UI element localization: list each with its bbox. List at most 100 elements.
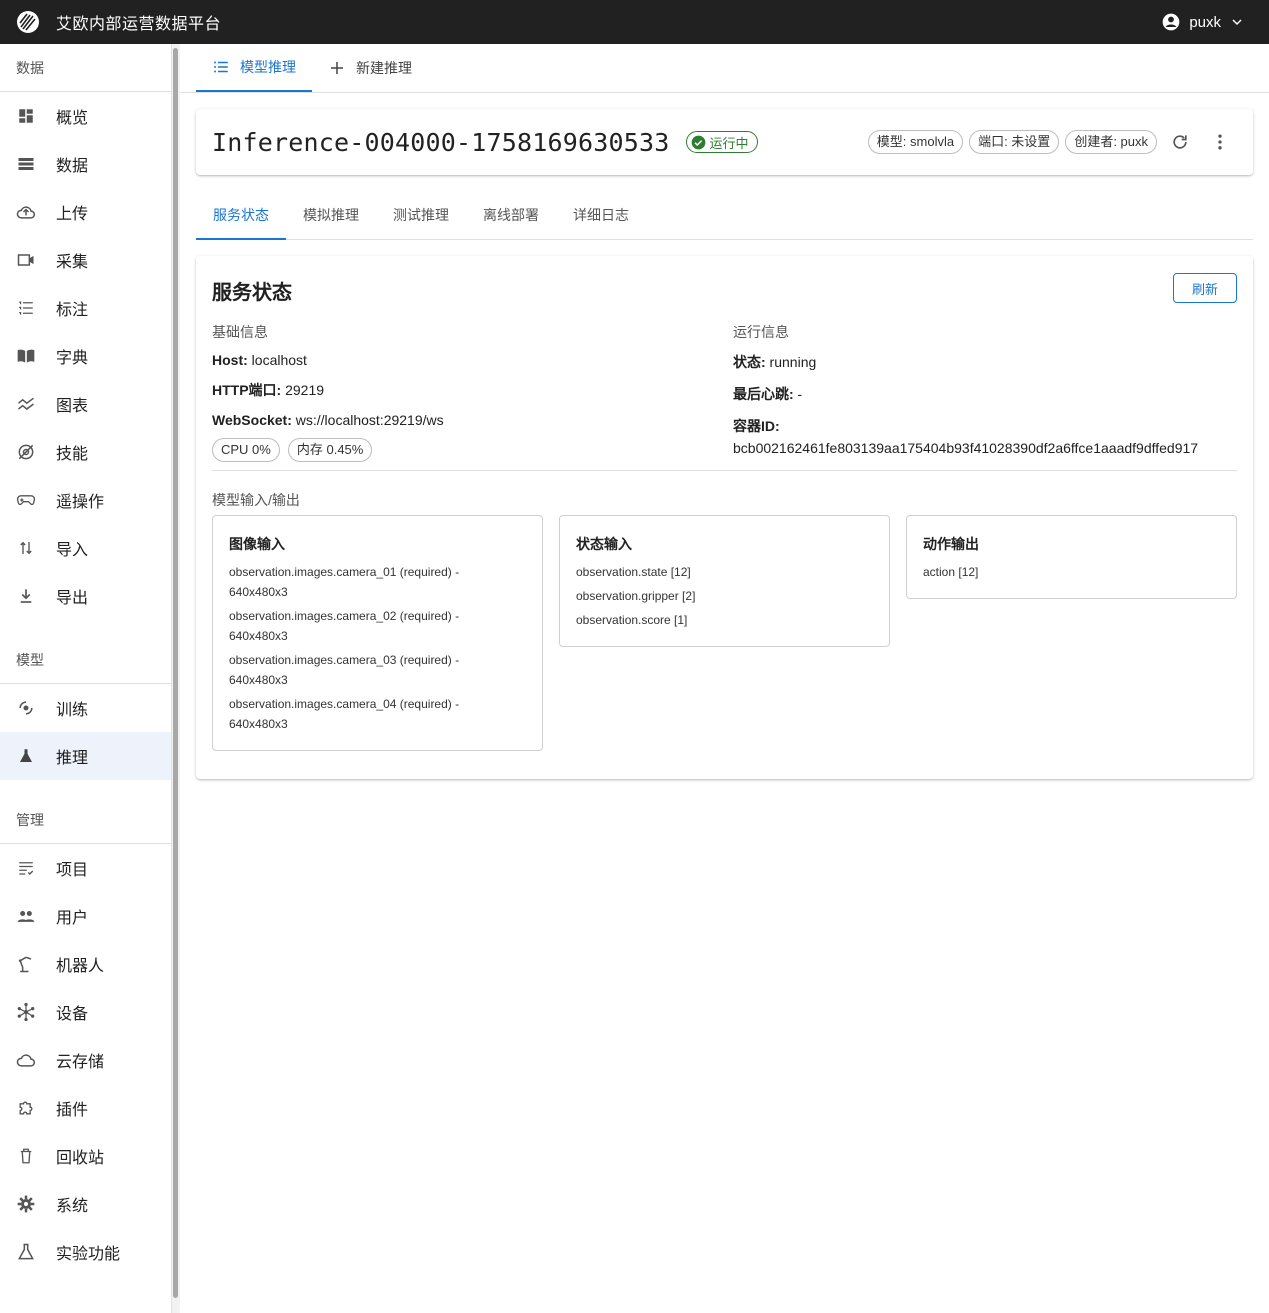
list-numbered-icon (16, 298, 36, 318)
http-port-key: HTTP端口: (212, 382, 282, 398)
top-bar: 艾欧内部运营数据平台 puxk (0, 0, 1269, 44)
heartbeat-row: 最后心跳: - (733, 384, 1243, 404)
status-badge: 运行中 (685, 131, 758, 153)
app-title: 艾欧内部运营数据平台 (56, 16, 222, 33)
host-row: Host: localhost (212, 352, 444, 368)
sidebar-item-label: 导入 (56, 542, 89, 559)
service-status-card: 服务状态 刷新 基础信息 Host: localhost HTTP端口: 292… (196, 256, 1253, 779)
image-input-line: observation.images.camera_04 (required) … (229, 694, 526, 734)
sidebar-item-data[interactable]: 数据 (0, 140, 171, 188)
tab-label: 新建推理 (356, 60, 412, 76)
image-input-name: observation.images.camera_03 (required) … (229, 653, 460, 667)
sidebar-item-export[interactable]: 导出 (0, 572, 171, 620)
experiment-icon (16, 1242, 36, 1262)
refresh-icon (1173, 135, 1187, 149)
state-input-line: observation.state [12] (576, 565, 691, 579)
sidebar-item-charts[interactable]: 图表 (0, 380, 171, 428)
train-icon (16, 698, 36, 718)
sidebar-item-robots[interactable]: 机器人 (0, 940, 171, 988)
refresh-icon-button[interactable] (1163, 125, 1197, 159)
sidebar-item-plugins[interactable]: 插件 (0, 1084, 171, 1132)
state-input-line: observation.score [1] (576, 613, 688, 627)
sidebar-item-dictionary[interactable]: 字典 (0, 332, 171, 380)
sidebar-item-capture[interactable]: 采集 (0, 236, 171, 284)
sidebar-item-annotate[interactable]: 标注 (0, 284, 171, 332)
sidebar-item-system[interactable]: 系统 (0, 1180, 171, 1228)
gear-icon (16, 1194, 36, 1214)
tab-simulate-inference[interactable]: 模拟推理 (286, 194, 376, 240)
cloud-upload-icon (16, 202, 36, 222)
inference-header-card: Inference-004000-1758169630533 运行中 模型: s… (196, 109, 1253, 175)
http-port-row: HTTP端口: 29219 (212, 380, 444, 400)
puzzle-icon (16, 1098, 36, 1118)
plus-icon (331, 62, 343, 74)
image-input-name: observation.images.camera_02 (required) … (229, 609, 460, 623)
scrollbar-thumb[interactable] (173, 48, 178, 1298)
sidebar-item-label: 设备 (56, 1006, 89, 1023)
sidebar-item-label: 机器人 (56, 958, 105, 975)
http-port-value: 29219 (281, 382, 325, 398)
storage-icon (16, 154, 36, 174)
sidebar-item-teleop[interactable]: 遥操作 (0, 476, 171, 524)
list-icon (214, 61, 228, 73)
sidebar-item-overview[interactable]: 概览 (0, 92, 171, 140)
sidebar-item-import[interactable]: 导入 (0, 524, 171, 572)
sidebar-item-label: 回收站 (56, 1150, 105, 1167)
gamepad-icon (16, 490, 36, 510)
sidebar-scrollbar[interactable] (172, 44, 180, 1313)
more-vertical-icon (1218, 134, 1222, 150)
action-output-box: 动作输出 action [12] (906, 515, 1237, 599)
sidebar-item-label: 用户 (56, 910, 89, 927)
tab-offline-deploy[interactable]: 离线部署 (466, 194, 556, 240)
tab-test-inference[interactable]: 测试推理 (376, 194, 466, 240)
image-input-line: observation.images.camera_03 (required) … (229, 650, 526, 690)
sidebar-item-users[interactable]: 用户 (0, 892, 171, 940)
sidebar-item-label: 上传 (56, 206, 89, 223)
user-menu[interactable]: puxk (1161, 0, 1245, 44)
sidebar-item-label: 遥操作 (56, 494, 105, 511)
checklist-icon (16, 858, 36, 878)
sidebar-item-skills[interactable]: 技能 (0, 428, 171, 476)
tab-detailed-logs[interactable]: 详细日志 (556, 194, 646, 240)
sidebar-section-title: 数据 (0, 44, 171, 92)
sidebar-item-inference[interactable]: 推理 (0, 732, 171, 780)
logo-icon[interactable] (16, 10, 40, 34)
image-input-name: observation.images.camera_04 (required) … (229, 697, 460, 711)
container-id-key: 容器ID: (733, 418, 780, 434)
container-id-value: bcb002162461fe803139aa175404b93f41028390… (733, 440, 1199, 456)
sidebar-item-projects[interactable]: 项目 (0, 844, 171, 892)
sidebar-item-label: 项目 (56, 862, 89, 879)
status-text: 运行中 (709, 135, 749, 151)
tab-label: 模型推理 (240, 59, 296, 75)
sidebar-item-experimental[interactable]: 实验功能 (0, 1228, 171, 1276)
tab-model-inference[interactable]: 模型推理 (196, 44, 312, 92)
state-value: running (765, 354, 817, 370)
sidebar-item-label: 插件 (56, 1102, 89, 1119)
download-icon (16, 586, 36, 606)
meta-chips: 模型: smolvla 端口: 未设置 创建者: puxk (867, 109, 1237, 175)
tab-service-status[interactable]: 服务状态 (196, 194, 286, 240)
image-input-line: observation.images.camera_01 (required) … (229, 562, 526, 602)
websocket-value: ws://localhost:29219/ws (291, 412, 444, 428)
sidebar-item-devices[interactable]: 设备 (0, 988, 171, 1036)
creator-chip: 创建者: puxk (1065, 130, 1157, 154)
sidebar-item-train[interactable]: 训练 (0, 684, 171, 732)
detail-tabs: 服务状态 模拟推理 测试推理 离线部署 详细日志 (196, 194, 1253, 240)
user-name: puxk (1189, 13, 1221, 31)
sidebar-item-label: 图表 (56, 398, 89, 415)
sidebar-item-upload[interactable]: 上传 (0, 188, 171, 236)
sidebar-item-trash[interactable]: 回收站 (0, 1132, 171, 1180)
tab-new-inference[interactable]: 新建推理 (312, 44, 428, 92)
sidebar-item-cloud-storage[interactable]: 云存储 (0, 1036, 171, 1084)
refresh-button[interactable]: 刷新 (1173, 273, 1237, 303)
more-menu-button[interactable] (1203, 125, 1237, 159)
container-id-row: 容器ID: bcb002162461fe803139aa175404b93f41… (733, 416, 1243, 456)
runtime-info-label: 运行信息 (733, 324, 789, 340)
swap-vertical-icon (16, 538, 36, 558)
basic-info: 基础信息 Host: localhost HTTP端口: 29219 WebSo… (212, 322, 444, 462)
host-key: Host: (212, 352, 248, 368)
sidebar-item-label: 技能 (56, 446, 89, 463)
state-input-title: 状态输入 (576, 536, 632, 552)
trash-icon (16, 1146, 36, 1166)
inference-title: Inference-004000-1758169630533 (212, 127, 670, 157)
